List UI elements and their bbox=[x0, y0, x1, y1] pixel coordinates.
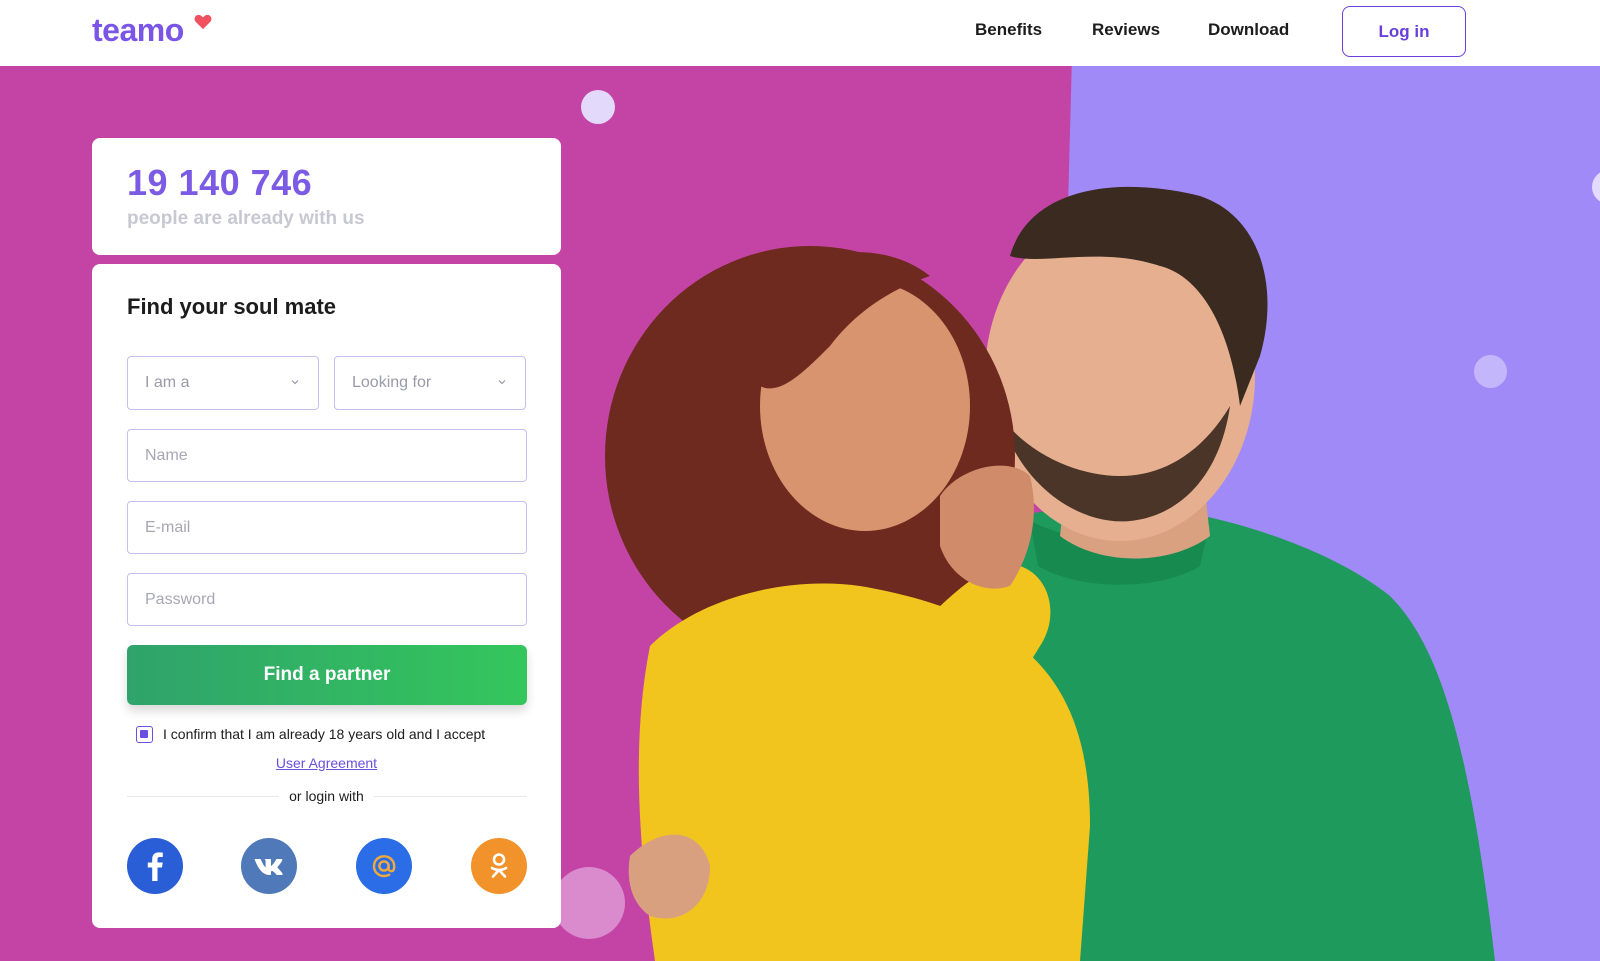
login-button[interactable]: Log in bbox=[1342, 6, 1466, 57]
age-confirmation-checkbox[interactable] bbox=[136, 726, 153, 743]
email-field[interactable] bbox=[127, 501, 527, 554]
nav-reviews-link[interactable]: Reviews bbox=[1092, 20, 1160, 40]
member-counter-card: 19 140 746 people are already with us bbox=[92, 138, 561, 255]
chevron-down-icon bbox=[291, 380, 299, 385]
vk-icon bbox=[254, 859, 283, 875]
member-count: 19 140 746 bbox=[127, 162, 313, 203]
find-partner-button[interactable]: Find a partner bbox=[127, 645, 527, 705]
age-confirmation-row: I confirm that I am already 18 years old… bbox=[136, 723, 536, 743]
decorative-dot bbox=[581, 90, 615, 124]
form-title: Find your soul mate bbox=[127, 294, 337, 319]
vk-login-button[interactable] bbox=[241, 838, 297, 894]
user-agreement-link[interactable]: User Agreement bbox=[92, 755, 561, 771]
chevron-down-icon bbox=[498, 380, 506, 385]
looking-for-select[interactable]: Looking for bbox=[334, 356, 526, 410]
heart-icon bbox=[194, 14, 212, 30]
facebook-login-button[interactable] bbox=[127, 838, 183, 894]
facebook-icon bbox=[147, 852, 163, 881]
password-field[interactable] bbox=[127, 573, 527, 626]
member-count-caption: people are already with us bbox=[127, 208, 365, 229]
checkbox-checked-mark bbox=[140, 730, 148, 738]
nav-benefits-link[interactable]: Benefits bbox=[975, 20, 1042, 40]
registration-form-card: Find your soul mate I am a Looking for F… bbox=[92, 264, 561, 928]
name-field[interactable] bbox=[127, 429, 527, 482]
couple-photo bbox=[605, 186, 1495, 961]
looking-for-select-value: Looking for bbox=[352, 374, 432, 391]
teamo-logo[interactable]: teamo bbox=[92, 12, 184, 49]
mail-ru-icon bbox=[372, 855, 396, 878]
odnoklassniki-login-button[interactable] bbox=[471, 838, 527, 894]
nav-download-link[interactable]: Download bbox=[1208, 20, 1289, 40]
gender-select[interactable]: I am a bbox=[127, 356, 319, 410]
mail-ru-login-button[interactable] bbox=[356, 838, 412, 894]
odnoklassniki-icon bbox=[490, 853, 508, 878]
or-login-with-text: or login with bbox=[279, 788, 374, 804]
gender-select-value: I am a bbox=[145, 374, 190, 391]
decorative-dot bbox=[553, 867, 625, 939]
top-navigation-bar: teamo Benefits Reviews Download Log in bbox=[0, 0, 1600, 66]
or-login-with-label: or login with bbox=[92, 788, 561, 804]
age-confirmation-text: I confirm that I am already 18 years old… bbox=[163, 726, 486, 742]
